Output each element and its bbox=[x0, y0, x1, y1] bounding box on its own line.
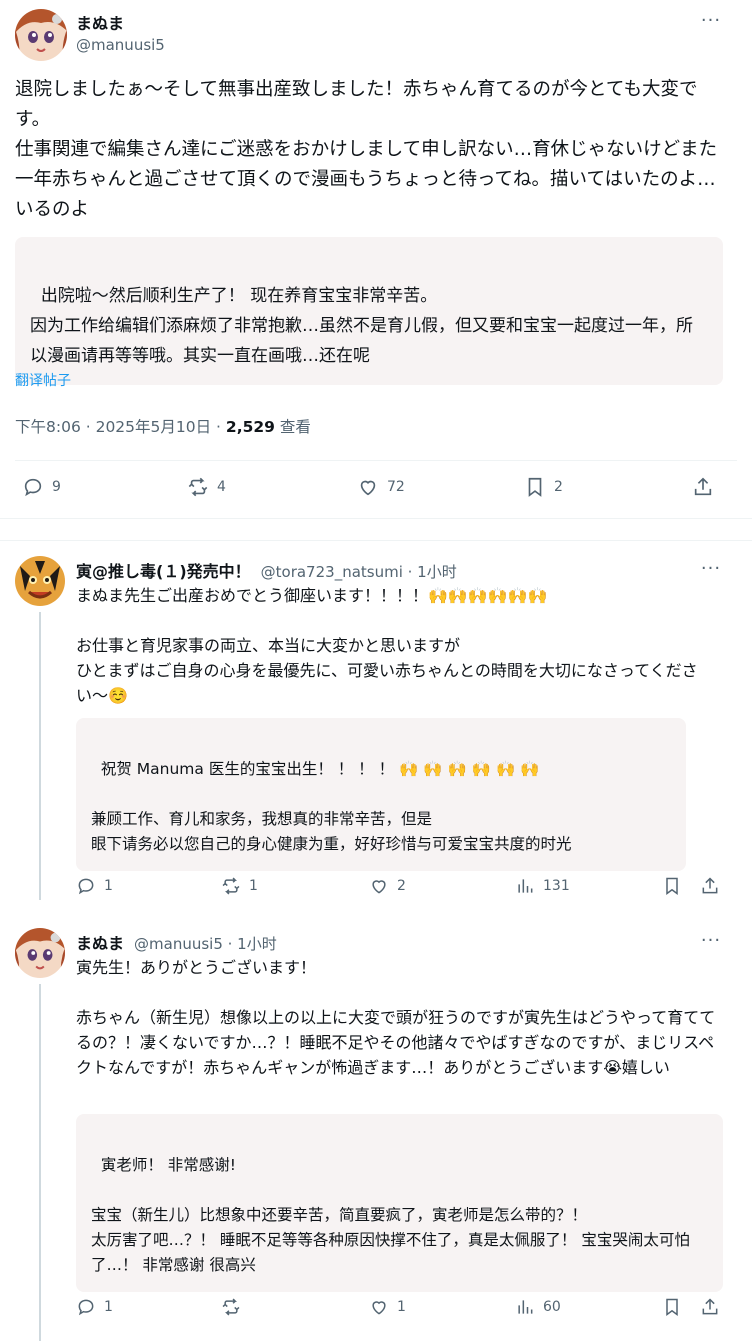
like-count: 2 bbox=[397, 878, 406, 894]
thread-line bbox=[39, 612, 41, 900]
reply-text: まぬま先生ご出産おめでとう御座います！！！！🙌🙌🙌🙌🙌🙌 お仕事と育児家事の両立… bbox=[76, 586, 698, 705]
repost-button[interactable]: 1 bbox=[221, 876, 258, 896]
divider bbox=[15, 460, 737, 461]
views-count: 60 bbox=[543, 1299, 561, 1315]
translate-post-link[interactable]: 翻译帖子 bbox=[15, 370, 71, 390]
more-icon[interactable]: ··· bbox=[700, 558, 722, 579]
reply-header: 寅@推し毒(１)発売中！ @tora723_natsumi · 1小时 bbox=[76, 558, 676, 582]
reply-header: まぬま @manuusi5 · 1小时 bbox=[76, 930, 676, 954]
repost-button[interactable] bbox=[221, 1297, 249, 1317]
bookmark-button[interactable]: 2 bbox=[524, 476, 563, 498]
views-button[interactable]: 131 bbox=[515, 876, 570, 896]
translation-text: 祝贺 Manuma 医生的宝宝出生！ ！ ！ ！ 🙌 🙌 🙌 🙌 🙌 🙌 兼顾工… bbox=[91, 760, 572, 853]
reply-icon bbox=[78, 878, 94, 895]
repost-count: 1 bbox=[249, 878, 258, 894]
like-count: 72 bbox=[387, 479, 405, 495]
repost-icon bbox=[188, 477, 208, 497]
reply-count: 1 bbox=[104, 1299, 113, 1315]
share-icon bbox=[702, 877, 718, 894]
author-name[interactable]: まぬま bbox=[76, 10, 124, 34]
repost-icon bbox=[222, 1298, 240, 1316]
more-icon[interactable]: ··· bbox=[700, 10, 722, 31]
views-count: 2,529 bbox=[225, 418, 275, 436]
post-timestamp[interactable]: 下午8:06 · 2025年5月10日 · bbox=[15, 418, 226, 436]
like-button[interactable]: 2 bbox=[369, 876, 406, 896]
heart-icon bbox=[372, 1301, 386, 1315]
heart-icon bbox=[360, 480, 376, 496]
reply-author-handle[interactable]: @manuusi5 · 1小时 bbox=[134, 933, 277, 954]
reply-button[interactable]: 1 bbox=[76, 1297, 113, 1317]
views-button[interactable]: 60 bbox=[515, 1297, 561, 1317]
reply-avatar[interactable] bbox=[15, 928, 65, 978]
bookmark-icon bbox=[528, 477, 542, 497]
more-icon[interactable]: ··· bbox=[700, 930, 722, 951]
share-button[interactable] bbox=[700, 876, 720, 896]
share-button[interactable] bbox=[692, 476, 714, 498]
divider bbox=[0, 540, 752, 541]
reply-avatar[interactable] bbox=[15, 556, 65, 606]
views-label: 查看 bbox=[274, 418, 311, 436]
share-button[interactable] bbox=[700, 1297, 720, 1317]
views-count: 131 bbox=[543, 878, 570, 894]
analytics-icon bbox=[518, 1300, 533, 1314]
translation-box: 寅老师！ 非常感谢! 宝宝（新生儿）比想象中还要辛苦，简直要疯了，寅老师是怎么带… bbox=[76, 1114, 723, 1292]
reply-button[interactable]: 1 bbox=[76, 876, 113, 896]
post-text: 退院しましたぁ〜そして無事出産致しました！赤ちゃん育てるのが今とても大変です。 … bbox=[15, 79, 718, 220]
share-icon bbox=[694, 477, 712, 496]
translation-box: 祝贺 Manuma 医生的宝宝出生！ ！ ！ ！ 🙌 🙌 🙌 🙌 🙌 🙌 兼顾工… bbox=[76, 718, 686, 871]
repost-count: 4 bbox=[217, 479, 226, 495]
author-handle[interactable]: @manuusi5 bbox=[76, 36, 165, 54]
repost-button[interactable]: 4 bbox=[187, 476, 226, 498]
bookmark-icon bbox=[666, 877, 678, 895]
post-meta: 下午8:06 · 2025年5月10日 · 2,529 查看 bbox=[15, 415, 311, 437]
reply-icon bbox=[24, 478, 42, 497]
heart-icon bbox=[372, 880, 386, 894]
share-icon bbox=[702, 1298, 718, 1315]
author-avatar[interactable] bbox=[15, 9, 67, 61]
reply-author-handle[interactable]: @tora723_natsumi · 1小时 bbox=[261, 561, 457, 582]
bookmark-icon bbox=[666, 1298, 678, 1316]
bookmark-button[interactable] bbox=[662, 876, 682, 896]
reply-count: 9 bbox=[52, 479, 61, 495]
translation-text: 出院啦〜然后顺利生产了！ 现在养育宝宝非常辛苦。 因为工作给编辑们添麻烦了非常抱… bbox=[30, 286, 693, 366]
reply-text: 寅先生！ありがとうございます！ 赤ちゃん（新生児）想像以上の以上に大変で頭が狂う… bbox=[76, 958, 716, 1077]
analytics-icon bbox=[518, 879, 533, 893]
bookmark-button[interactable] bbox=[662, 1297, 682, 1317]
thread-line bbox=[39, 984, 41, 1341]
like-count: 1 bbox=[397, 1299, 406, 1315]
reply-author-name[interactable]: 寅@推し毒(１)発売中！ bbox=[76, 558, 251, 582]
bookmark-count: 2 bbox=[554, 479, 563, 495]
like-button[interactable]: 1 bbox=[369, 1297, 406, 1317]
reply-button[interactable]: 9 bbox=[22, 476, 61, 498]
reply-icon bbox=[78, 1299, 94, 1316]
translation-box: 出院啦〜然后顺利生产了！ 现在养育宝宝非常辛苦。 因为工作给编辑们添麻烦了非常抱… bbox=[15, 237, 723, 385]
translation-text: 寅老师！ 非常感谢! 宝宝（新生儿）比想象中还要辛苦，简直要疯了，寅老师是怎么带… bbox=[91, 1156, 690, 1274]
reply-author-name[interactable]: まぬま bbox=[76, 930, 124, 954]
repost-icon bbox=[222, 877, 240, 895]
like-button[interactable]: 72 bbox=[357, 476, 405, 498]
divider bbox=[0, 518, 752, 519]
reply-count: 1 bbox=[104, 878, 113, 894]
